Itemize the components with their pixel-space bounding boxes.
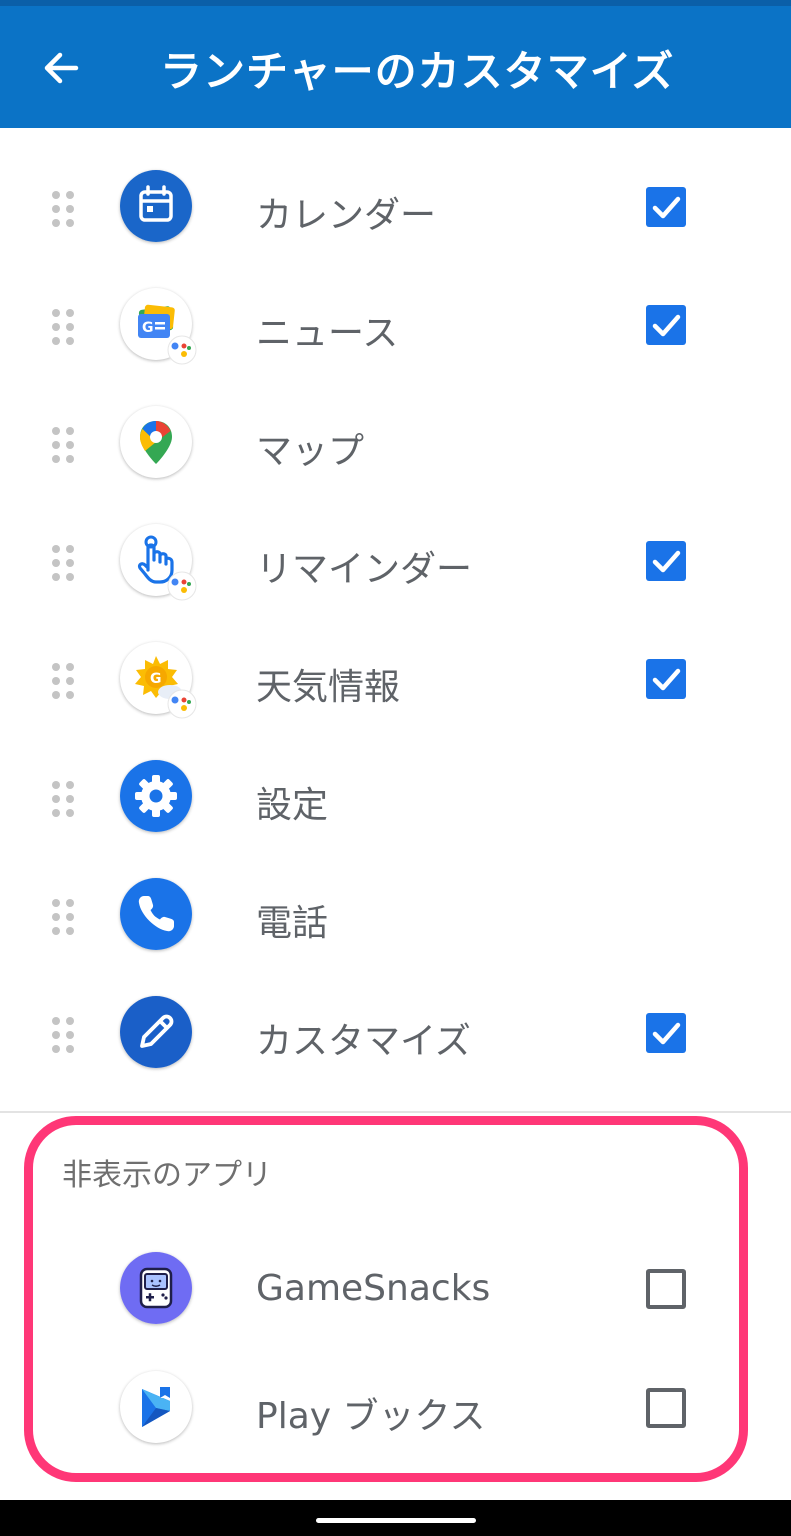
drag-handle-icon[interactable] [52,191,76,227]
app-label: カスタマイズ [256,1021,471,1062]
checkbox-checked[interactable] [646,305,686,345]
section-divider [0,1111,791,1113]
list-item-maps[interactable]: マップ [0,384,791,502]
app-label: 電話 [256,903,329,944]
gear-icon [120,760,192,832]
drag-handle-icon[interactable] [52,545,76,581]
check-icon [652,196,681,219]
app-label: リマインダー [256,549,473,590]
app-label: 設定 [256,785,329,826]
checkbox-checked[interactable] [646,541,686,581]
highlight-annotation-frame [24,1116,748,1482]
drag-handle-icon[interactable] [52,663,76,699]
app-label: カレンダー [256,195,437,236]
list-item-news[interactable]: G ニュース [0,266,791,384]
app-bar: ランチャーのカスタマイズ [0,6,791,128]
weather-sun-icon: G [120,642,197,719]
list-item-calendar[interactable]: カレンダー [0,148,791,266]
google-news-icon: G [120,288,197,365]
checkbox-checked[interactable] [646,1013,686,1053]
list-item-phone[interactable]: 電話 [0,856,791,974]
check-icon [652,550,681,573]
drag-handle-icon[interactable] [52,427,76,463]
list-item-reminder[interactable]: リマインダー [0,502,791,620]
list-item-customize[interactable]: カスタマイズ [0,974,791,1092]
calendar-icon [120,170,192,242]
check-icon [652,314,681,337]
drag-handle-icon[interactable] [52,1017,76,1053]
drag-handle-icon[interactable] [52,309,76,345]
home-gesture-handle[interactable] [316,1518,476,1523]
checkbox-checked[interactable] [646,187,686,227]
check-icon [652,668,681,691]
drag-handle-icon[interactable] [52,781,76,817]
maps-pin-icon [120,406,192,478]
checkbox-checked[interactable] [646,659,686,699]
reminder-hand-icon [120,524,197,601]
phone-icon [120,878,192,950]
list-item-weather[interactable]: G 天気情報 [0,620,791,738]
svg-text:G: G [142,320,154,336]
pencil-icon [120,996,192,1068]
back-arrow-icon[interactable] [36,44,84,92]
page-title: ランチャーのカスタマイズ [160,47,675,96]
list-item-settings[interactable]: 設定 [0,738,791,856]
app-label: 天気情報 [256,667,401,708]
drag-handle-icon[interactable] [52,899,76,935]
app-label: ニュース [256,313,399,354]
app-label: マップ [256,431,365,472]
svg-text:G: G [150,671,162,687]
check-icon [652,1022,681,1045]
